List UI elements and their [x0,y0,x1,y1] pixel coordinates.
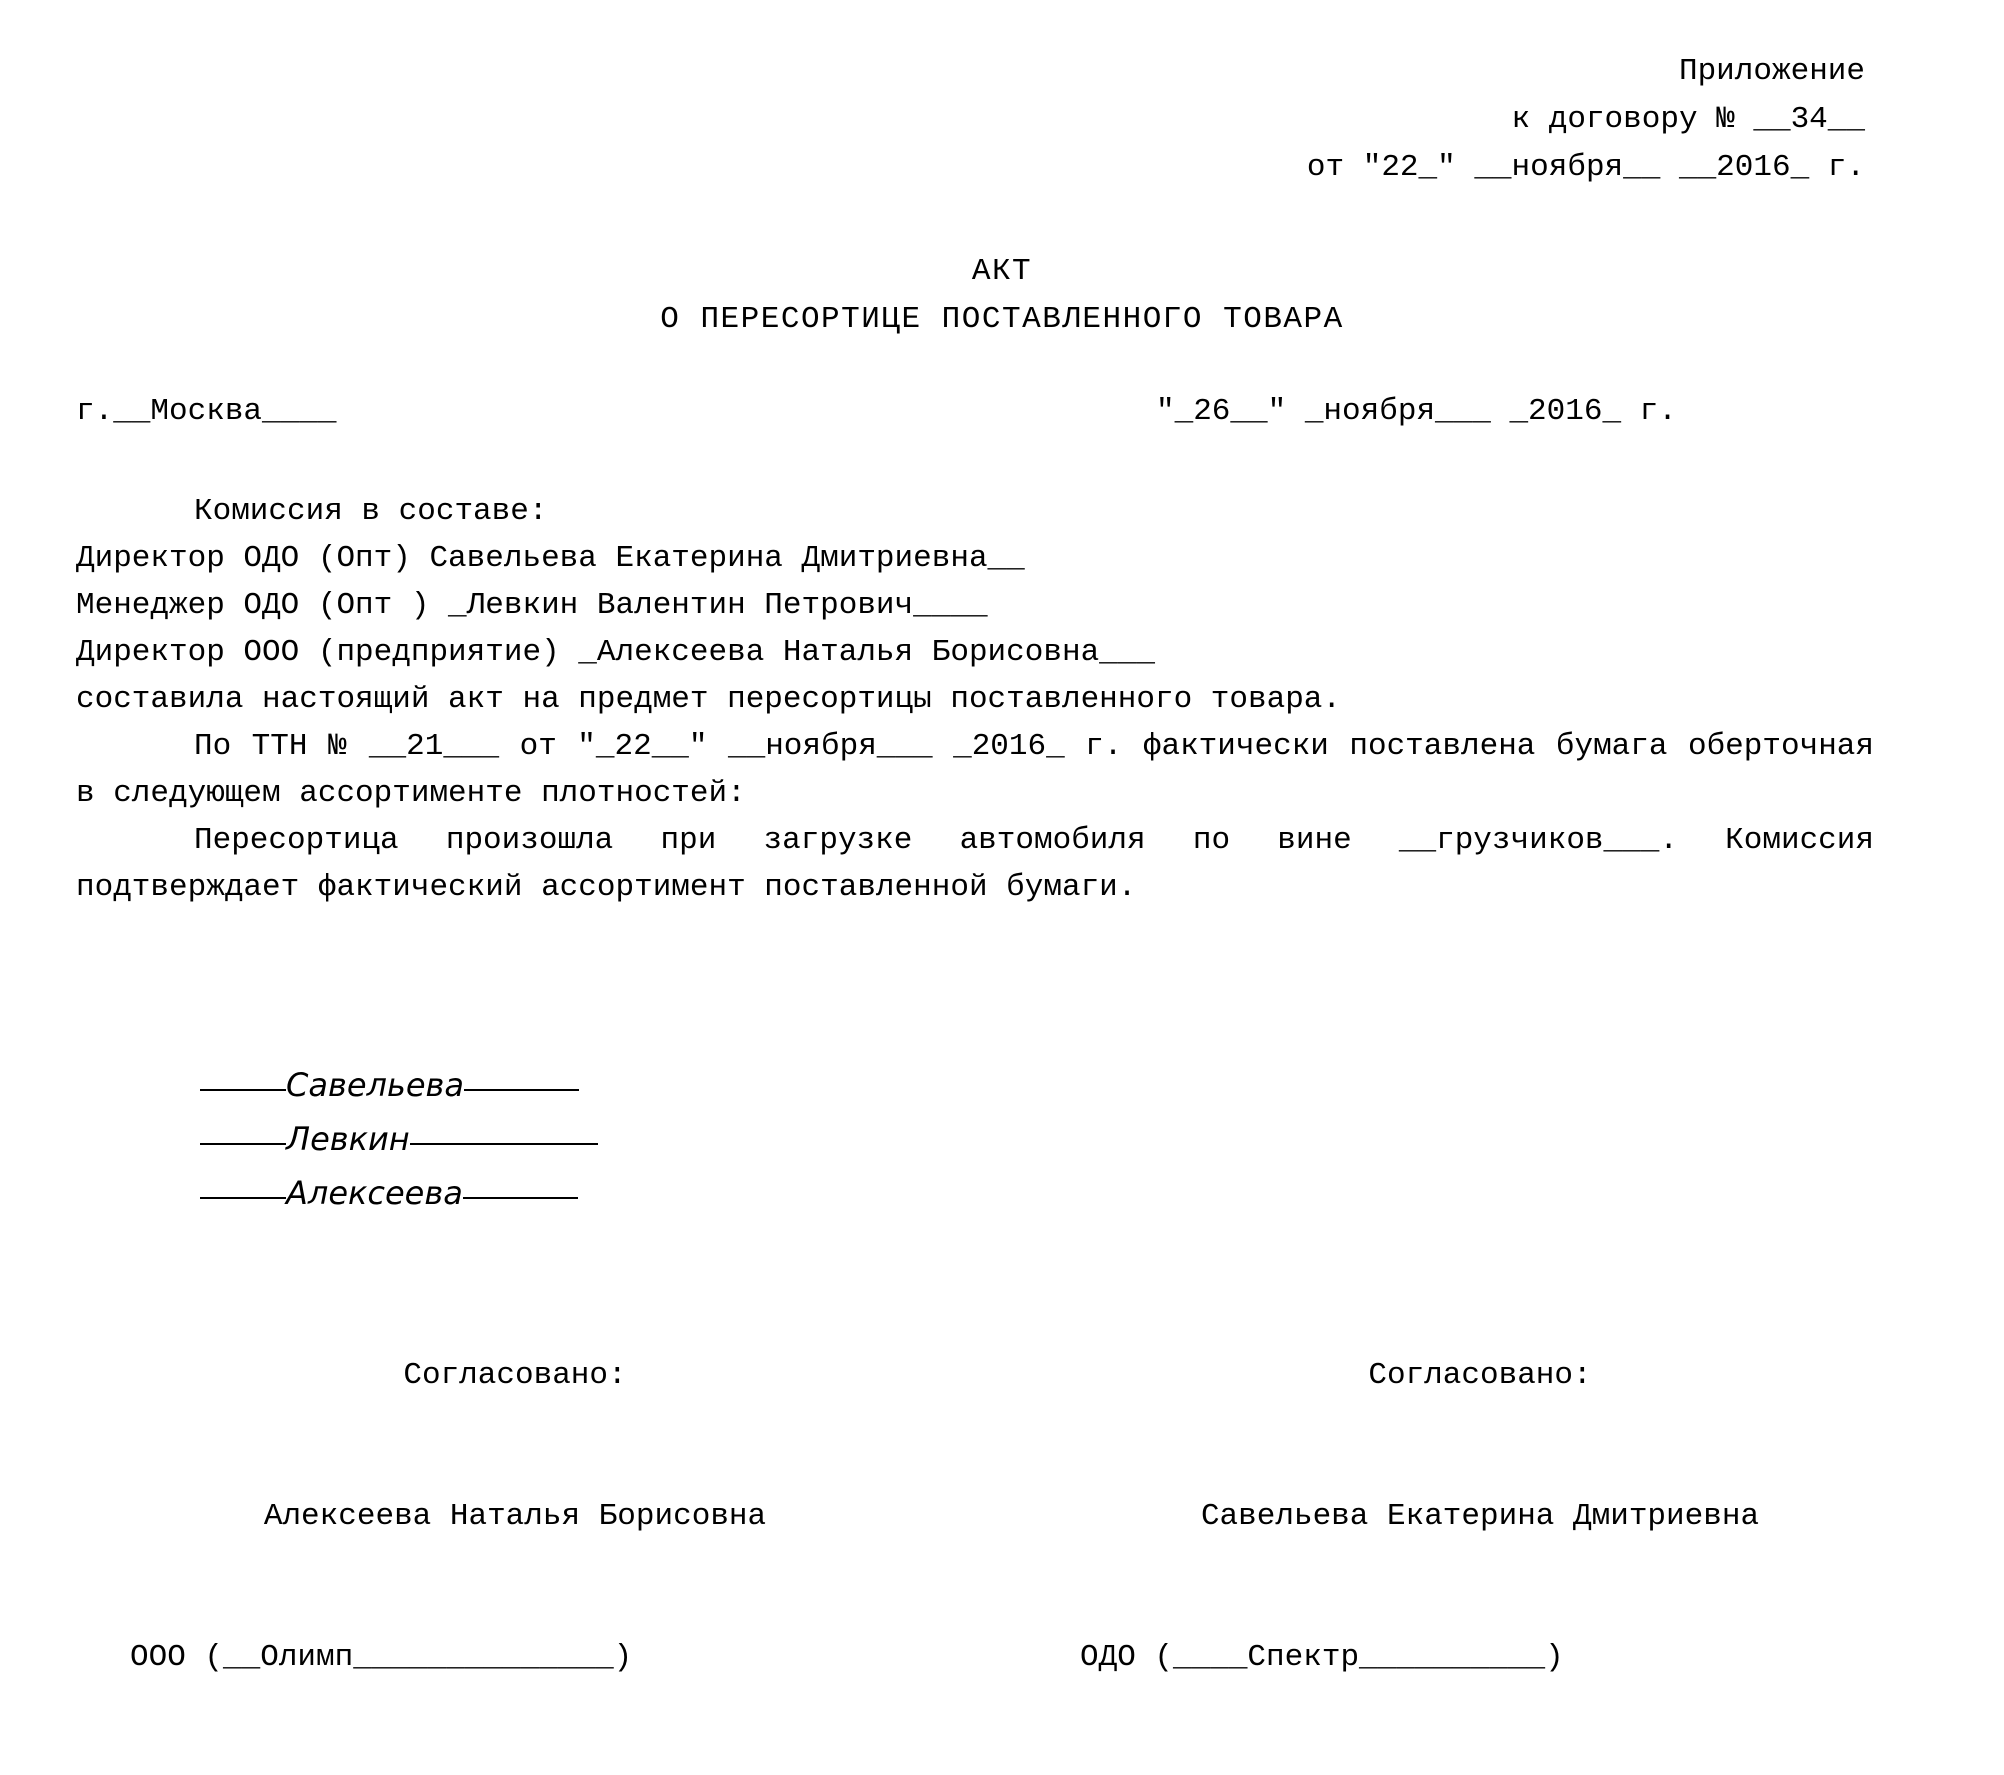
body-paragraph-1: составила настоящий акт на предмет перес… [76,682,1342,717]
signature-name-3: Алексеева [286,1174,463,1212]
approval-right-org: ОДО (____Спектр__________) [1080,1640,1564,1675]
header-contract-date: от "22_" __ноября__ __2016_ г. [1306,150,1865,185]
approval-left-org: ООО (__Олимп______________) [130,1640,633,1675]
header-appendix-label: Приложение [1678,54,1865,89]
body-paragraph-2: По ТТН № __21___ от "_22__" __ноября___ … [76,729,1874,811]
document-header: Приложение к договору № __34__ от "22_" … [0,48,1865,192]
approval-right-name: Савельева Екатерина Дмитриевна [1200,1499,1760,1534]
signature-name-2: Левкин [286,1120,410,1158]
signature-block: Савельева Левкин Алексеева [200,1058,598,1220]
approval-left-name: Алексеева Наталья Борисовна [263,1499,767,1534]
commission-intro: Комиссия в составе: [194,494,548,529]
signature-rule-right [463,1089,579,1091]
signature-rule-left [200,1089,286,1091]
document-title: АКТ О ПЕРЕСОРТИЦЕ ПОСТАВЛЕННОГО ТОВАРА [0,248,2004,344]
header-contract-number: к договору № __34__ [1511,102,1865,137]
approval-right-heading: Согласовано: [1368,1358,1592,1393]
signature-rule-right [462,1197,578,1199]
signature-row-2: Левкин [200,1112,598,1166]
document-page: Приложение к договору № __34__ от "22_" … [0,0,2004,1675]
commission-member-2: Менеджер ОДО (Опт ) _Левкин Валентин Пет… [76,588,988,623]
signature-rule-left [200,1197,286,1199]
body-paragraph-3: Пересортица произошла при загрузке автом… [76,823,1874,905]
signature-row-1: Савельева [200,1058,598,1112]
page-title: АКТ [971,254,1033,289]
date-field: "_26__" _ноября___ _2016_ г. [1156,394,1677,429]
approval-right: Согласовано: Савельева Екатерина Дмитрие… [1080,1258,1880,1775]
commission-member-1: Директор ОДО (Опт) Савельева Екатерина Д… [76,541,1025,576]
signature-rule-right [409,1143,598,1145]
approval-left-heading: Согласовано: [403,1358,627,1393]
city-field: г.__Москва____ [76,394,337,429]
signature-row-3: Алексеева [200,1166,598,1220]
page-subtitle: О ПЕРЕСОРТИЦЕ ПОСТАВЛЕННОГО ТОВАРА [660,302,1344,337]
document-body: Комиссия в составе: Директор ОДО (Опт) С… [76,488,1874,911]
signature-name-1: Савельева [286,1066,464,1104]
commission-member-3: Директор ООО (предприятие) _Алексеева На… [76,635,1155,670]
approval-left: Согласовано: Алексеева Наталья Борисовна… [130,1258,900,1775]
signature-rule-left [200,1143,286,1145]
